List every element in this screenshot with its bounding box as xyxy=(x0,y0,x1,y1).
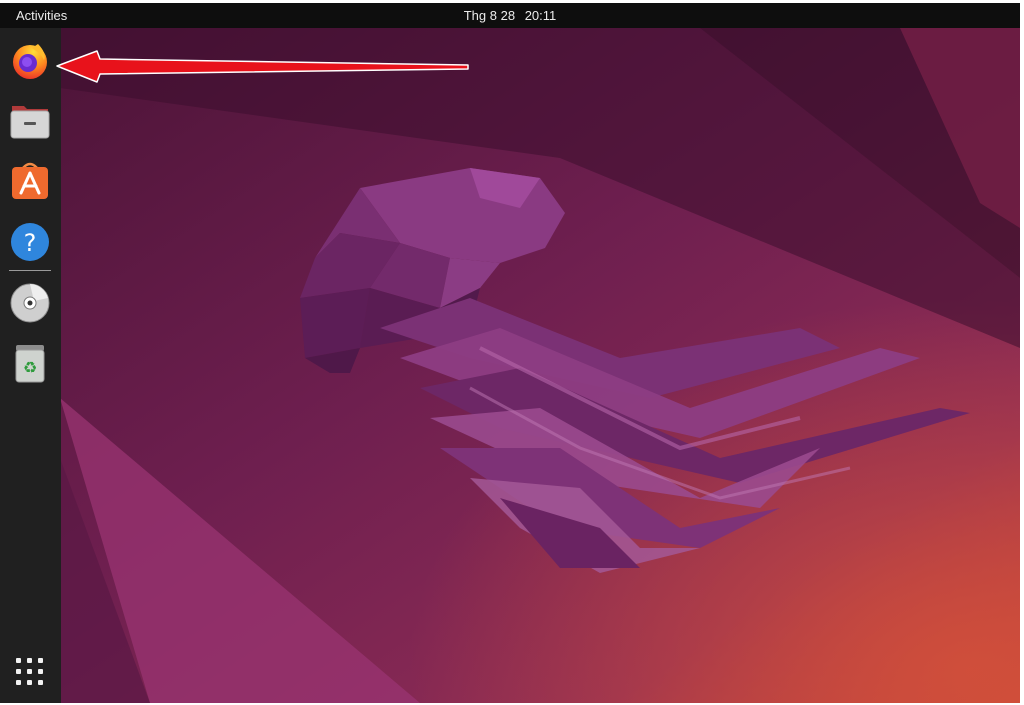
help-icon: ? xyxy=(11,223,49,261)
cd-disc-icon xyxy=(10,283,50,323)
dock: ? ♻ xyxy=(0,28,61,703)
dock-item-disc[interactable] xyxy=(8,280,52,324)
clock[interactable]: Thg 8 28 20:11 xyxy=(0,8,1020,23)
trash-icon: ♻ xyxy=(15,345,45,383)
clock-time: 20:11 xyxy=(524,8,557,23)
svg-text:♻: ♻ xyxy=(23,358,37,377)
folder-icon xyxy=(10,106,50,139)
top-bar: Activities Thg 8 28 20:11 xyxy=(0,3,1020,28)
dock-separator xyxy=(9,270,51,271)
dock-item-firefox[interactable] xyxy=(8,38,52,82)
firefox-icon xyxy=(13,44,47,79)
show-applications-button[interactable] xyxy=(14,656,46,688)
clock-date: Thg 8 28 xyxy=(463,8,516,23)
dock-item-files[interactable] xyxy=(8,98,52,142)
dock-item-trash[interactable]: ♻ xyxy=(8,340,52,384)
desktop-screen: Activities Thg 8 28 20:11 ? ♻ xyxy=(0,3,1020,703)
dock-item-app-center[interactable] xyxy=(8,158,52,202)
dock-item-help[interactable]: ? xyxy=(8,218,52,262)
app-store-icon xyxy=(12,162,48,199)
desktop-wallpaper xyxy=(0,28,1020,703)
grid-icon xyxy=(16,658,43,685)
svg-text:?: ? xyxy=(24,229,37,257)
